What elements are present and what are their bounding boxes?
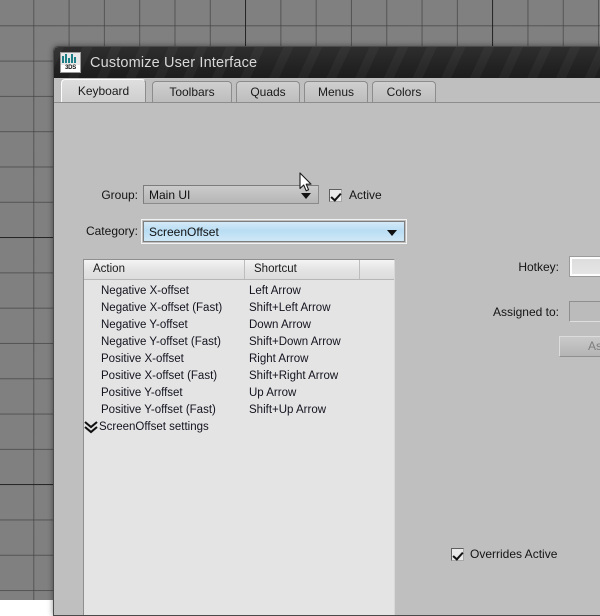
assign-button[interactable]: As xyxy=(559,336,600,357)
group-dropdown-value: Main UI xyxy=(149,187,191,202)
row-shortcut: Down Arrow xyxy=(249,319,311,331)
table-row[interactable]: Positive Y-offset (Fast) Shift+Up Arrow xyxy=(84,402,394,419)
category-dropdown[interactable]: ScreenOffset xyxy=(141,219,407,244)
row-shortcut: Shift+Down Arrow xyxy=(249,336,341,348)
chevron-down-icon xyxy=(387,229,397,236)
row-shortcut: Shift+Right Arrow xyxy=(249,370,339,382)
row-shortcut: Left Arrow xyxy=(249,285,301,297)
table-row[interactable]: Negative X-offset Left Arrow xyxy=(84,283,394,300)
row-shortcut: Shift+Up Arrow xyxy=(249,404,327,416)
hotkey-input[interactable] xyxy=(569,256,600,277)
3ds-max-icon: 3DS xyxy=(60,52,81,73)
assigned-to-input xyxy=(569,301,600,322)
dialog-titlebar[interactable]: 3DS Customize User Interface xyxy=(54,47,600,78)
row-action: Positive Y-offset (Fast) xyxy=(101,404,216,416)
listbox-header: Action Shortcut xyxy=(84,260,394,280)
row-action: Negative Y-offset (Fast) xyxy=(101,336,221,348)
overrides-active-label: Overrides Active xyxy=(470,547,558,561)
tab-bar: Keyboard Toolbars Quads Menus Colors xyxy=(54,78,600,102)
row-action: Negative X-offset (Fast) xyxy=(101,302,223,314)
row-action: Positive X-offset (Fast) xyxy=(101,370,218,382)
row-shortcut: Right Arrow xyxy=(249,353,309,365)
table-row[interactable]: Negative X-offset (Fast) Shift+Left Arro… xyxy=(84,300,394,317)
shortcuts-listbox[interactable]: Action Shortcut Negative X-offset Left A… xyxy=(83,259,395,615)
row-shortcut: Up Arrow xyxy=(249,387,297,399)
row-shortcut: Shift+Left Arrow xyxy=(249,302,331,314)
active-checkbox[interactable] xyxy=(329,189,342,202)
table-row[interactable]: Positive X-offset (Fast) Shift+Right Arr… xyxy=(84,368,394,385)
hotkey-label: Hotkey: xyxy=(518,260,559,274)
row-action: Negative Y-offset xyxy=(101,319,188,331)
category-dropdown-value: ScreenOffset xyxy=(149,224,219,239)
column-header-shortcut[interactable]: Shortcut xyxy=(245,260,360,279)
list-item-group-row[interactable]: ScreenOffset settings xyxy=(84,419,394,436)
table-row[interactable]: Negative Y-offset Down Arrow xyxy=(84,317,394,334)
tab-toolbars[interactable]: Toolbars xyxy=(152,81,232,102)
tab-keyboard[interactable]: Keyboard xyxy=(61,79,146,102)
customize-user-interface-dialog: 3DS Customize User Interface Keyboard To… xyxy=(53,46,600,616)
dialog-title: Customize User Interface xyxy=(90,54,258,71)
group-label: Group: xyxy=(101,188,138,202)
app-icon-label: 3DS xyxy=(61,65,80,72)
row-action: Positive X-offset xyxy=(101,353,184,365)
column-header-extra[interactable] xyxy=(360,260,394,279)
table-row[interactable]: Negative Y-offset (Fast) Shift+Down Arro… xyxy=(84,334,394,351)
column-header-action[interactable]: Action xyxy=(84,260,245,279)
row-action: Positive Y-offset xyxy=(101,387,183,399)
category-label: Category: xyxy=(85,224,138,238)
overrides-active-checkbox[interactable] xyxy=(451,548,464,561)
active-checkbox-label: Active xyxy=(349,188,382,202)
row-action: Negative X-offset xyxy=(101,285,190,297)
group-dropdown[interactable]: Main UI xyxy=(143,185,319,204)
tab-menus[interactable]: Menus xyxy=(304,81,368,102)
table-row[interactable]: Positive Y-offset Up Arrow xyxy=(84,385,394,402)
table-row[interactable]: Positive X-offset Right Arrow xyxy=(84,351,394,368)
double-chevron-down-icon xyxy=(84,420,98,435)
assigned-to-label: Assigned to: xyxy=(492,305,559,319)
keyboard-tab-panel: Group: Main UI Active Category: ScreenOf… xyxy=(54,102,600,615)
row-action: ScreenOffset settings xyxy=(99,421,209,433)
tab-quads[interactable]: Quads xyxy=(236,81,300,102)
tab-colors[interactable]: Colors xyxy=(372,81,436,102)
listbox-rows: Negative X-offset Left Arrow Negative X-… xyxy=(84,280,394,436)
chevron-down-icon xyxy=(301,192,311,199)
